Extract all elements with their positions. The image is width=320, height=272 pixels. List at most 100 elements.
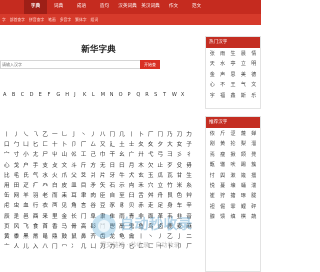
pinyin-letter-link[interactable]: O (119, 92, 128, 98)
recommended-character-link[interactable]: 揪 (228, 150, 238, 160)
radical-link[interactable]: 亠 (2, 242, 12, 252)
recommended-character-link[interactable]: 涩 (228, 129, 238, 139)
radical-link[interactable]: 耒 (60, 191, 70, 201)
radical-link[interactable]: 父 (69, 171, 79, 181)
radical-link[interactable]: 目 (79, 181, 89, 191)
radical-link[interactable]: 示 (117, 181, 127, 191)
radical-link[interactable]: 火 (50, 171, 60, 181)
radical-link[interactable]: 斗 (69, 161, 79, 171)
radical-link[interactable]: 夕 (156, 140, 166, 150)
recommended-character-link[interactable]: 舆 (217, 171, 227, 181)
recommended-character-link[interactable]: 踢 (238, 160, 248, 170)
radical-link[interactable]: 玄 (136, 171, 146, 181)
pinyin-letter-link[interactable]: Q (136, 92, 145, 98)
radical-link[interactable]: 网 (12, 191, 22, 201)
recommended-character-link[interactable]: 湍 (249, 181, 259, 191)
radical-link[interactable]: 黄 (2, 232, 12, 242)
recommended-character-link[interactable]: 抡 (228, 139, 238, 149)
radical-link[interactable]: 谷 (88, 201, 98, 211)
pinyin-letter-link[interactable]: W (172, 92, 181, 98)
radical-link[interactable]: 赤 (136, 201, 146, 211)
radical-link[interactable]: 用 (2, 181, 12, 191)
nav-item-samples[interactable]: 范文 (185, 0, 208, 14)
hot-character-link[interactable]: 王 (228, 80, 238, 90)
recommended-character-link[interactable]: 忖 (207, 171, 217, 181)
radical-link[interactable]: 夊 (146, 140, 156, 150)
radical-link[interactable]: 爿 (88, 171, 98, 181)
radical-link[interactable]: 虍 (2, 201, 12, 211)
radical-link[interactable]: 豕 (108, 201, 118, 211)
radical-link[interactable]: 足 (156, 201, 166, 211)
radical-link[interactable]: 牛 (117, 171, 127, 181)
radical-link[interactable]: 黹 (31, 232, 41, 242)
recommended-character-link[interactable]: 簇 (249, 160, 259, 170)
radical-link[interactable]: 臣 (98, 191, 108, 201)
pinyin-letter-link[interactable]: E (39, 92, 48, 98)
pinyin-letter-link[interactable]: A (3, 92, 12, 98)
pinyin-letter-link[interactable]: D (30, 92, 39, 98)
recommended-character-link[interactable]: 侬 (207, 129, 217, 139)
radical-link[interactable]: 丶 (79, 130, 89, 140)
radical-link[interactable]: 豸 (117, 201, 127, 211)
radical-link[interactable]: 厂 (79, 140, 89, 150)
radical-link[interactable]: 止 (156, 161, 166, 171)
recommended-character-link[interactable]: 漱 (228, 171, 238, 181)
radical-link[interactable]: 爻 (79, 171, 89, 181)
radical-link[interactable]: 血 (21, 201, 31, 211)
recommended-character-link[interactable]: 凳 (249, 150, 259, 160)
sub-nav-item[interactable]: 字 (2, 14, 6, 25)
radical-link[interactable]: 见 (60, 201, 70, 211)
radical-link[interactable]: 飞 (21, 222, 31, 232)
radical-link[interactable]: 风 (12, 222, 22, 232)
radical-link[interactable]: 疒 (31, 181, 41, 191)
radical-link[interactable]: 一 (50, 130, 60, 140)
radical-link[interactable]: 厶 (88, 140, 98, 150)
radical-link[interactable]: 米 (175, 181, 185, 191)
radical-link[interactable]: 冂 (108, 130, 118, 140)
radical-link[interactable]: 工 (79, 150, 89, 160)
radical-link[interactable]: 八 (40, 242, 50, 252)
radical-link[interactable]: 肉 (88, 191, 98, 201)
radical-link[interactable]: 彡 (175, 150, 185, 160)
radical-link[interactable]: 黾 (40, 232, 50, 242)
radical-link[interactable]: 尸 (40, 150, 50, 160)
recommended-character-link[interactable]: 箴 (238, 171, 248, 181)
hot-character-link[interactable]: 亭 (228, 59, 238, 69)
radical-link[interactable]: 人 (12, 242, 22, 252)
radical-link[interactable]: 皮 (60, 181, 70, 191)
radical-link[interactable]: 长 (69, 212, 79, 222)
recommended-character-link[interactable]: 倔 (217, 202, 227, 212)
recommended-character-link[interactable]: 溜 (249, 139, 259, 149)
radical-link[interactable]: 入 (31, 242, 41, 252)
recommended-character-link[interactable]: 梨 (238, 139, 248, 149)
radical-link[interactable]: 寸 (12, 150, 22, 160)
radical-link[interactable]: 月 (127, 161, 137, 171)
radical-link[interactable]: 小 (21, 150, 31, 160)
hot-character-link[interactable]: 气 (238, 80, 248, 90)
radical-link[interactable]: 方 (88, 161, 98, 171)
recommended-character-link[interactable]: 颌 (238, 150, 248, 160)
radical-link[interactable]: 舌 (136, 191, 146, 201)
hot-character-link[interactable]: 生 (228, 49, 238, 59)
radical-link[interactable]: 乀 (21, 130, 31, 140)
search-input[interactable] (0, 60, 140, 69)
radical-link[interactable]: 糸 (184, 181, 194, 191)
radical-link[interactable]: 艮 (165, 191, 175, 201)
radical-link[interactable]: 页 (2, 222, 12, 232)
radical-link[interactable]: 辵 (12, 212, 22, 222)
pinyin-letter-link[interactable]: K (83, 92, 92, 98)
radical-link[interactable]: 干 (108, 150, 118, 160)
radical-link[interactable]: 乁 (31, 130, 41, 140)
radical-link[interactable]: 牙 (108, 171, 118, 181)
radical-link[interactable]: 匕 (31, 140, 41, 150)
pinyin-letter-link[interactable]: H (65, 92, 74, 98)
pinyin-letter-link[interactable]: X (181, 92, 190, 98)
radical-link[interactable]: 几 (117, 130, 127, 140)
radical-link[interactable]: 丿 (12, 130, 22, 140)
radical-link[interactable]: 勹 (12, 140, 22, 150)
radical-link[interactable]: 气 (31, 171, 41, 181)
radical-link[interactable]: 舟 (156, 191, 166, 201)
radical-link[interactable]: 走 (146, 201, 156, 211)
radical-link[interactable]: 黍 (12, 232, 22, 242)
pinyin-letter-link[interactable]: P (127, 92, 136, 98)
